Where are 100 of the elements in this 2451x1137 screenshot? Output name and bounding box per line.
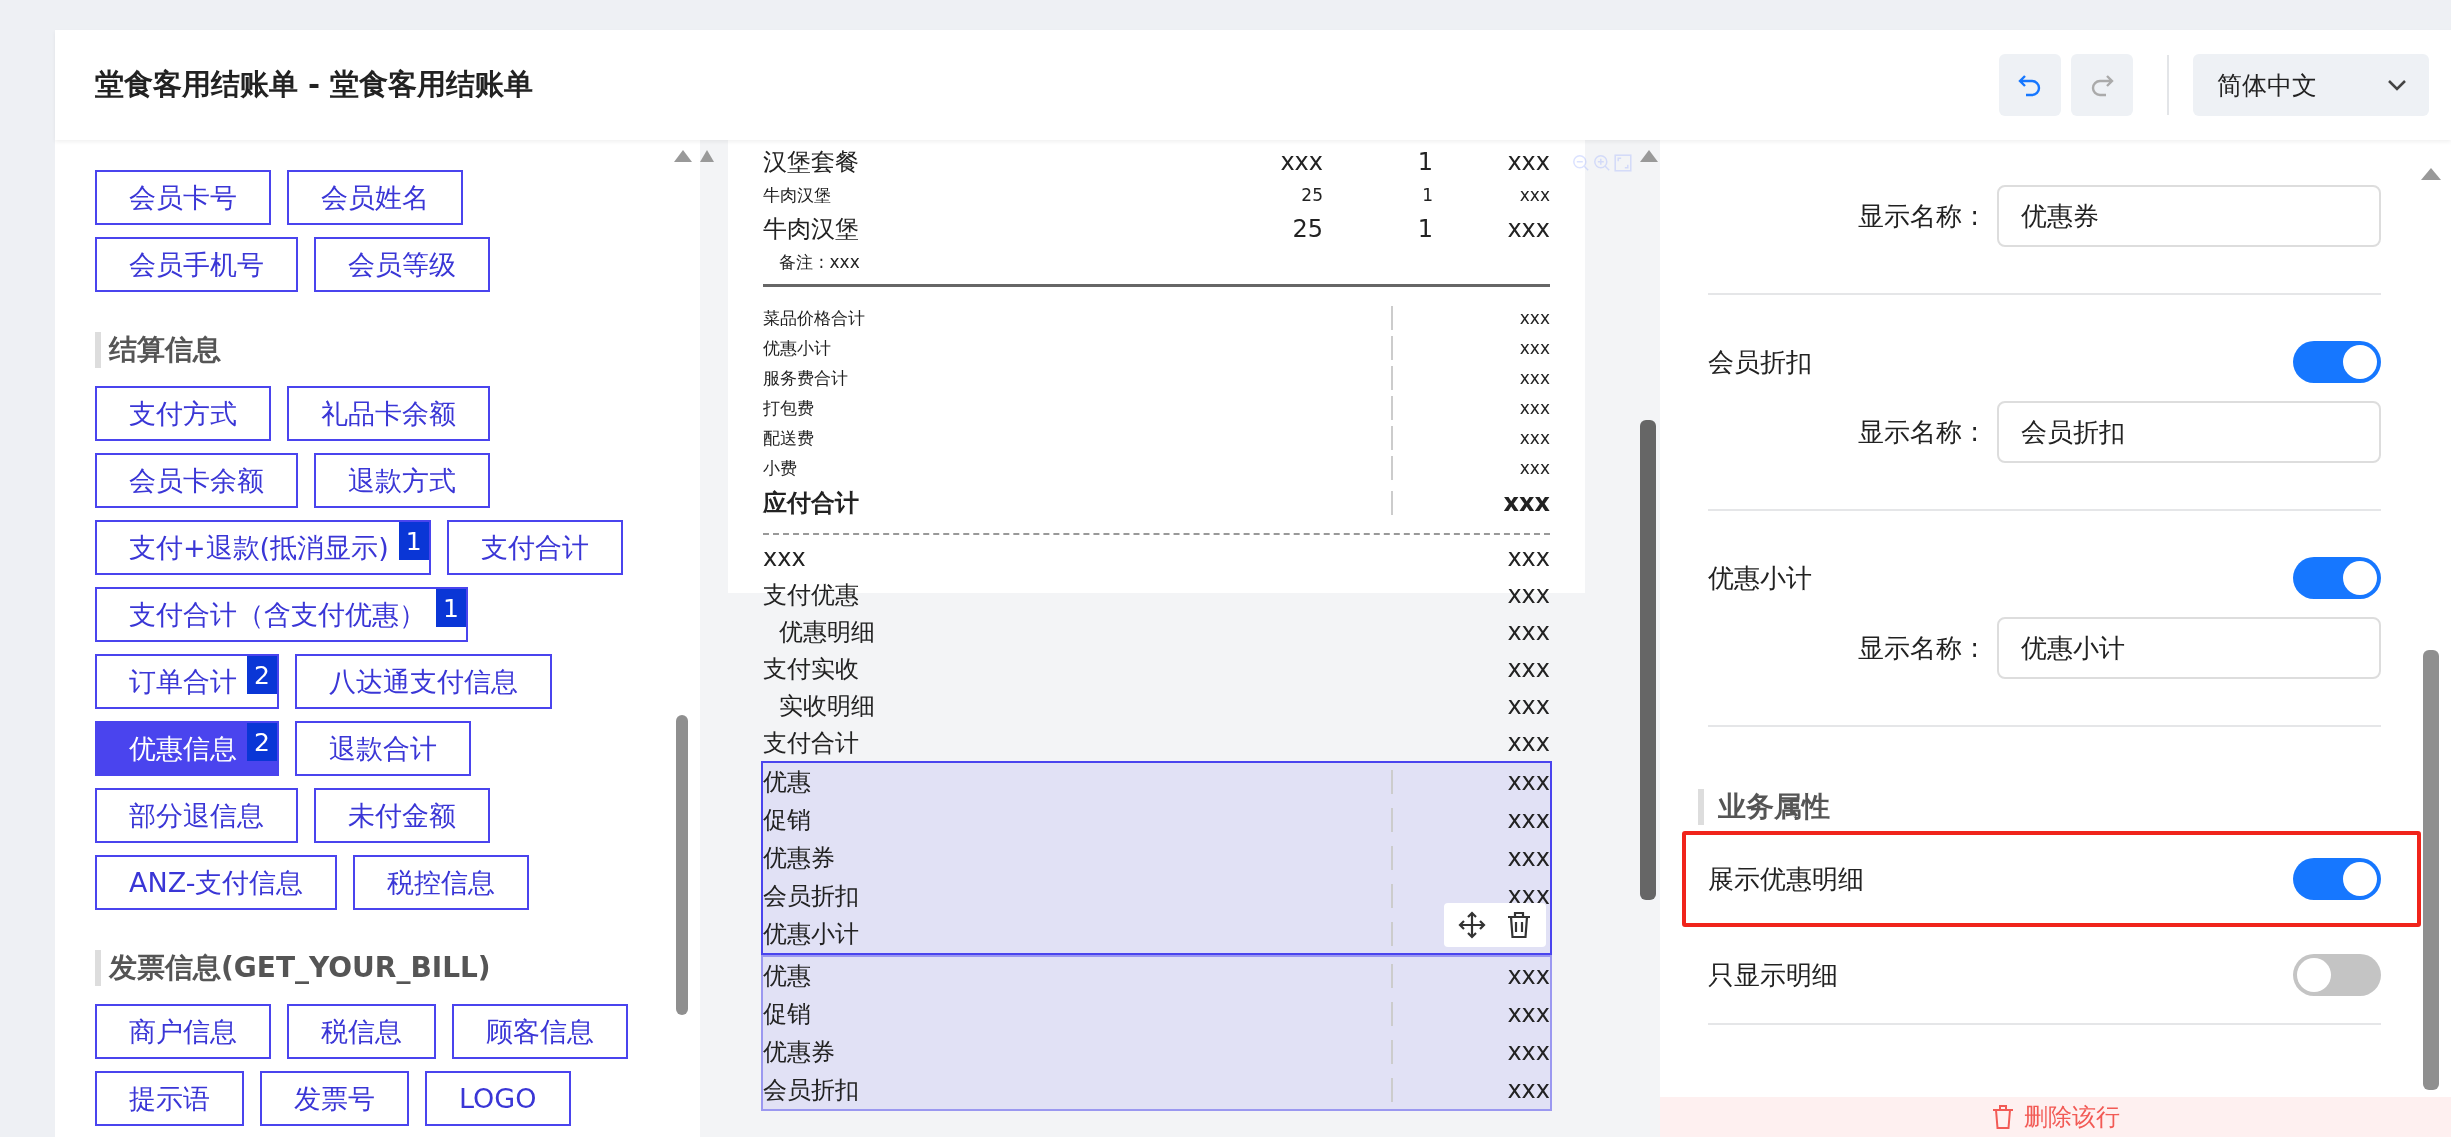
subtotal-label: 菜品价格合计	[763, 306, 866, 330]
toggle-switch[interactable]	[2293, 858, 2381, 900]
payment-label: 支付优惠	[763, 579, 859, 611]
section-title: 结算信息	[95, 332, 221, 368]
count-badge: 1	[398, 522, 429, 560]
field-chip[interactable]: 会员等级	[314, 237, 490, 292]
field-chip[interactable]: 退款合计	[295, 721, 471, 776]
scroll-up-icon[interactable]	[2421, 168, 2441, 180]
discount-value: xxx	[1506, 844, 1550, 872]
field-chip[interactable]: 部分退信息	[95, 788, 298, 843]
item-amount: xxx	[1506, 147, 1550, 176]
discount-label: 会员折扣	[763, 881, 860, 912]
field-chip[interactable]: 提示语	[95, 1071, 244, 1126]
field-chip[interactable]: 礼品卡余额	[287, 386, 490, 441]
language-select[interactable]: 简体中文	[2193, 54, 2429, 116]
item-amount: xxx	[1506, 214, 1550, 243]
item-name: 汉堡套餐	[763, 146, 860, 178]
field-chip[interactable]: 未付金额	[314, 788, 490, 843]
item-quantity: 1	[1416, 214, 1433, 243]
subtotal-value: xxx	[1518, 458, 1550, 478]
field-chip[interactable]: 八达通支付信息	[295, 654, 552, 709]
field-chip[interactable]: 税控信息	[353, 855, 530, 910]
payment-label: 优惠明细	[778, 616, 875, 648]
discount-label: 优惠	[763, 961, 812, 992]
item-quantity: 1	[1416, 147, 1433, 176]
field-chip[interactable]: 会员卡号	[95, 170, 271, 225]
scroll-up-icon[interactable]	[674, 150, 692, 162]
total-value: xxx	[1502, 489, 1550, 517]
field-label: 显示名称 :	[1857, 631, 1979, 665]
trash-icon	[1991, 1105, 2014, 1129]
field-chip[interactable]: 发票号	[260, 1071, 409, 1126]
toggle-label: 展示优惠明细	[1708, 862, 1864, 896]
redo-icon[interactable]	[2071, 54, 2133, 116]
move-icon[interactable]	[1458, 911, 1486, 939]
field-chip[interactable]: 支付合计	[446, 520, 623, 575]
discount-value: xxx	[1506, 1038, 1550, 1066]
payment-value: xxx	[1507, 691, 1550, 720]
payment-label: 支付实收	[763, 653, 859, 685]
field-chip[interactable]: 支付合计（含支付优惠） 1	[95, 587, 468, 642]
item-price: 25	[1300, 185, 1323, 205]
subtotal-label: 配送费	[763, 426, 815, 450]
field-chip[interactable]: 商户信息	[95, 1004, 271, 1059]
count-badge: 2	[247, 723, 277, 761]
item-amount: xxx	[1518, 185, 1550, 205]
field-chip[interactable]: 退款方式	[314, 453, 490, 508]
item-name: 牛肉汉堡	[763, 183, 832, 207]
subtotal-label: 打包费	[763, 396, 815, 420]
payment-label: 实收明细	[778, 690, 875, 722]
display-name-input[interactable]: 优惠小计	[1997, 617, 2381, 679]
item-price: 25	[1291, 214, 1323, 243]
item-name: 牛肉汉堡	[763, 213, 860, 245]
trash-icon[interactable]	[1506, 911, 1532, 939]
field-chip[interactable]: LOGO	[425, 1071, 571, 1126]
field-chip[interactable]: 会员手机号	[95, 237, 298, 292]
field-chip[interactable]: 顾客信息	[452, 1004, 628, 1059]
subtotal-label: 优惠小计	[763, 336, 832, 360]
discount-block[interactable]: 优惠 xxx 促销 xxx 优惠券 xxx 会员折扣 xxx	[761, 955, 1552, 1111]
payment-value: xxx	[1507, 543, 1550, 572]
discount-label: 优惠券	[763, 1037, 836, 1068]
payment-value: xxx	[1507, 617, 1550, 646]
scrollbar-thumb[interactable]	[1640, 420, 1656, 900]
toggle-switch[interactable]	[2293, 954, 2381, 996]
chevron-down-icon	[2387, 79, 2407, 91]
display-name-input[interactable]: 会员折扣	[1997, 401, 2381, 463]
discount-value: xxx	[1506, 1076, 1550, 1104]
section-title: 发票信息(GET_YOUR_BILL)	[95, 950, 491, 986]
payment-label: 支付合计	[763, 727, 859, 759]
toggle-switch[interactable]	[2293, 557, 2381, 599]
total-label: 应付合计	[763, 488, 860, 519]
count-badge: 2	[247, 656, 277, 694]
scroll-up-icon[interactable]	[700, 150, 714, 162]
zoom-out-icon[interactable]	[1572, 154, 1590, 172]
field-chip[interactable]: ANZ-支付信息	[95, 855, 338, 910]
item-note: 备注 : xxx	[778, 251, 860, 274]
toggle-label: 优惠小计	[1708, 561, 1812, 595]
field-chip[interactable]: 订单合计 2	[95, 654, 279, 709]
subtotal-value: xxx	[1518, 398, 1550, 418]
discount-label: 促销	[763, 999, 812, 1030]
toggle-label: 会员折扣	[1708, 345, 1812, 379]
display-name-input[interactable]: 优惠券	[1997, 185, 2381, 247]
field-chip[interactable]: 会员卡余额	[95, 453, 298, 508]
field-chip[interactable]: 税信息	[287, 1004, 436, 1059]
field-chip[interactable]: 优惠信息 2	[95, 721, 279, 776]
discount-label: 会员折扣	[763, 1075, 860, 1106]
undo-icon[interactable]	[1999, 54, 2061, 116]
scroll-up-icon[interactable]	[1640, 150, 1658, 162]
field-chip[interactable]: 会员姓名	[287, 170, 463, 225]
field-label: 显示名称 :	[1857, 199, 1979, 233]
field-label: 显示名称 :	[1857, 415, 1979, 449]
subtotal-value: xxx	[1518, 368, 1550, 388]
subtotal-value: xxx	[1518, 428, 1550, 448]
field-chip[interactable]: 支付方式	[95, 386, 271, 441]
scrollbar-thumb[interactable]	[2423, 650, 2439, 1090]
field-chip[interactable]: 支付+退款(抵消显示) 1	[95, 520, 431, 575]
toggle-switch[interactable]	[2293, 341, 2381, 383]
scrollbar-thumb[interactable]	[676, 715, 688, 1015]
discount-label: 优惠小计	[763, 919, 860, 950]
discount-label: 促销	[763, 805, 812, 836]
subtotal-label: 服务费合计	[763, 366, 849, 390]
discount-value: xxx	[1506, 768, 1550, 796]
